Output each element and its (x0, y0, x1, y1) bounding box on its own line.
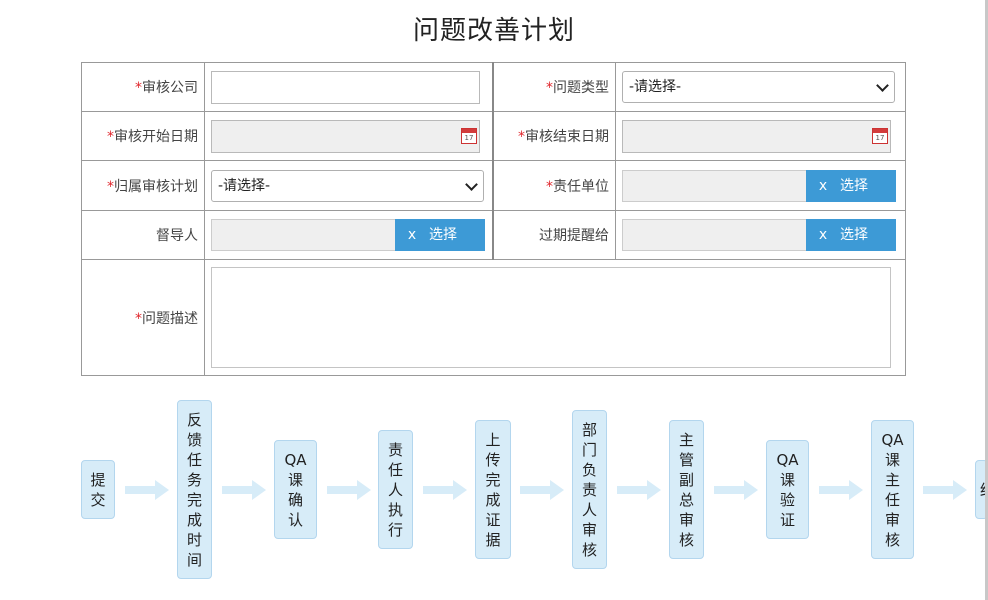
flow-arrow-icon (423, 480, 467, 500)
flow-arrow-icon (520, 480, 564, 500)
flow-step: 提交 (81, 460, 115, 519)
flow-step: 反馈任务完成时间 (177, 400, 212, 579)
flow-step: QA课验证 (766, 440, 809, 539)
workflow-diagram: 提交 反馈任务完成时间 QA课确认 责任人执行 上传完成证据 部门负责人审核 主… (0, 0, 988, 600)
flow-step: QA课主任审核 (871, 420, 914, 559)
flow-arrow-icon (923, 480, 967, 500)
flow-arrow-icon (714, 480, 758, 500)
flow-step: 上传完成证据 (475, 420, 511, 559)
flow-arrow-icon (819, 480, 863, 500)
flow-step: QA课确认 (274, 440, 317, 539)
flow-arrow-icon (222, 480, 266, 500)
flow-arrow-icon (125, 480, 169, 500)
flow-step: 责任人执行 (378, 430, 413, 549)
flow-arrow-icon (327, 480, 371, 500)
flow-arrow-icon (617, 480, 661, 500)
flow-step: 部门负责人审核 (572, 410, 607, 569)
flow-step: 主管副总审核 (669, 420, 704, 559)
